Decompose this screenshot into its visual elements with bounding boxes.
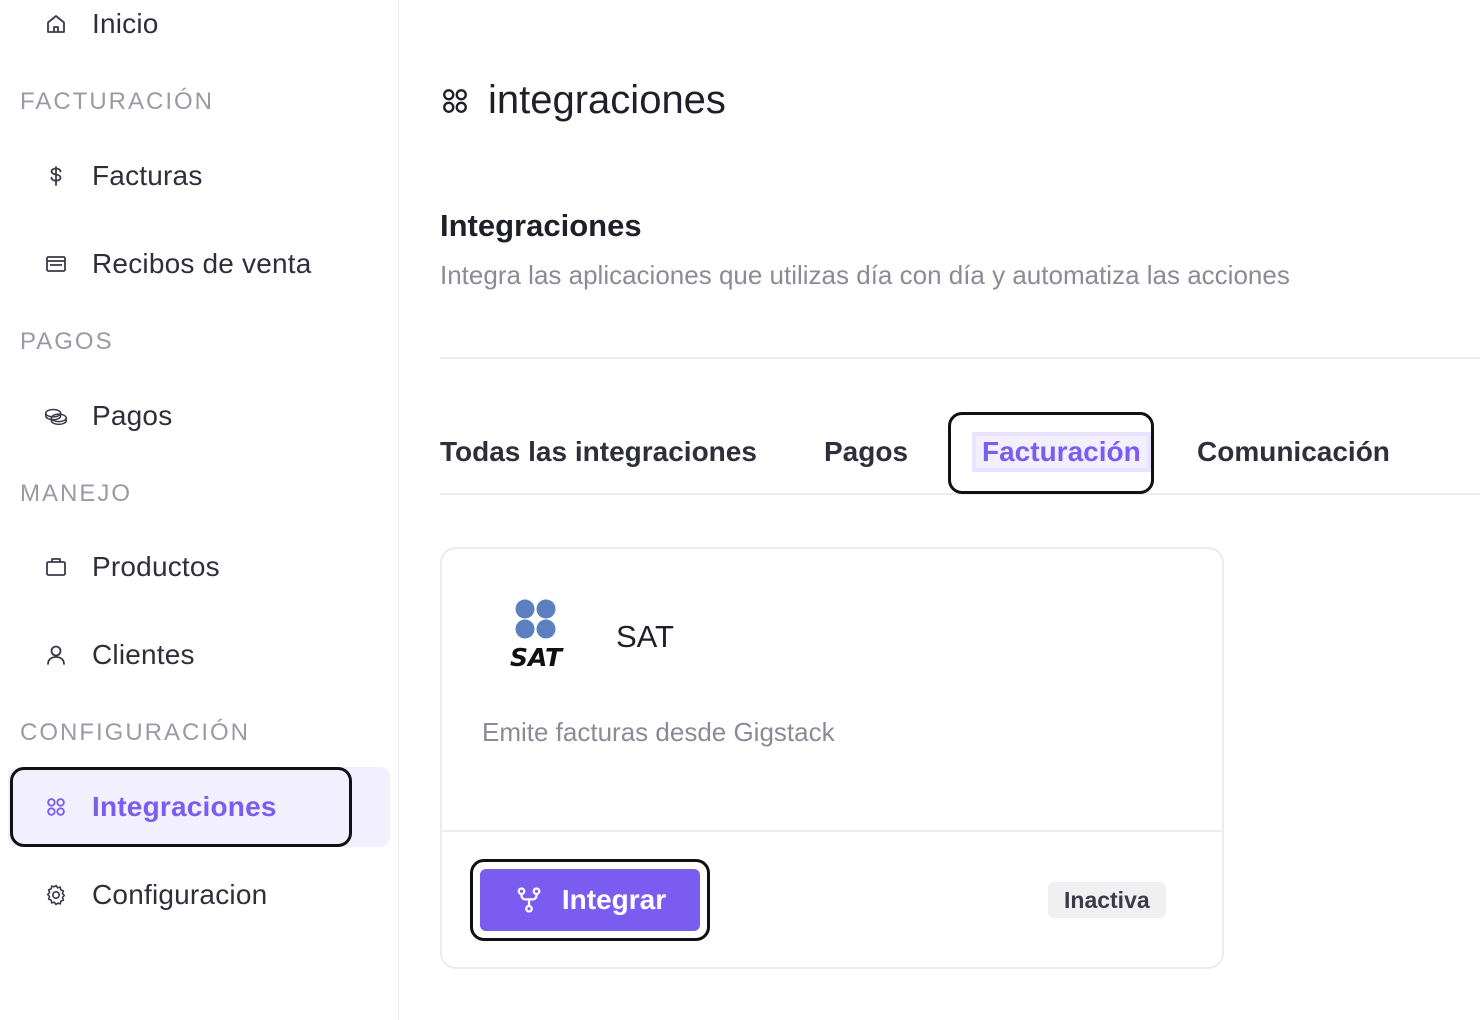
integrate-button-label: Integrar (561, 884, 667, 915)
apps-icon (43, 794, 69, 820)
card-divider (442, 830, 1222, 832)
integrate-button[interactable]: Integrar (480, 869, 700, 931)
sidebar-item-clientes[interactable]: Clientes (8, 615, 390, 695)
apps-icon (440, 86, 470, 116)
box-icon (43, 554, 69, 580)
svg-text:SAT: SAT (510, 643, 564, 669)
tab-bar: Todas las integraciones Pagos Facturació… (440, 410, 1480, 495)
receipt-icon (43, 251, 69, 277)
git-fork-icon (514, 885, 544, 915)
dollar-icon (43, 163, 69, 189)
sidebar-item-facturas[interactable]: Facturas (8, 136, 390, 216)
divider (440, 357, 1480, 359)
sidebar-item-label: Integraciones (92, 791, 277, 822)
tab-comunicacion[interactable]: Comunicación (1197, 410, 1390, 493)
user-icon (43, 642, 69, 668)
focus-highlight: Integrar (470, 859, 710, 941)
section-heading-pagos: PAGOS (20, 328, 114, 355)
section-heading-manejo: MANEJO (20, 480, 133, 507)
home-icon (43, 11, 69, 37)
status-badge: Inactiva (1048, 882, 1166, 918)
sidebar-item-label: Inicio (92, 8, 159, 39)
sidebar-item-configuracion[interactable]: Configuracion (8, 855, 390, 935)
section-heading: Integraciones (440, 208, 642, 243)
sidebar-item-label: Pagos (92, 400, 173, 431)
sidebar: Inicio FACTURACIÓN Facturas Recibos de v… (0, 0, 399, 1020)
sidebar-item-pagos[interactable]: Pagos (8, 376, 390, 456)
sidebar-item-integraciones[interactable]: Integraciones (8, 767, 390, 847)
sidebar-item-recibos-de-venta[interactable]: Recibos de venta (8, 224, 390, 304)
page-title: integraciones (440, 78, 726, 123)
integration-description: Emite facturas desde Gigstack (482, 717, 835, 747)
tab-pagos[interactable]: Pagos (824, 410, 908, 493)
sat-logo: SAT (498, 597, 578, 674)
sidebar-item-inicio[interactable]: Inicio (8, 0, 390, 64)
integration-card-sat: SAT SAT Emite facturas desde Gigstack In… (440, 547, 1224, 969)
sidebar-item-label: Recibos de venta (92, 248, 312, 279)
page-title-text: integraciones (488, 78, 726, 122)
tab-todas-las-integraciones[interactable]: Todas las integraciones (440, 410, 757, 493)
focus-highlight (948, 412, 1154, 494)
tab-facturacion[interactable]: Facturación (948, 410, 1154, 494)
integration-name: SAT (616, 619, 674, 654)
sidebar-item-label: Configuracion (92, 879, 268, 910)
section-heading-configuracion: CONFIGURACIÓN (20, 719, 250, 746)
section-subtitle: Integra las aplicaciones que utilizas dí… (440, 260, 1290, 290)
section-heading-facturacion: FACTURACIÓN (20, 88, 215, 115)
sidebar-item-label: Clientes (92, 639, 195, 670)
sidebar-item-label: Facturas (92, 160, 203, 191)
gear-icon (43, 882, 69, 908)
sidebar-item-productos[interactable]: Productos (8, 527, 390, 607)
sidebar-item-label: Productos (92, 551, 220, 582)
coins-icon (43, 403, 69, 429)
